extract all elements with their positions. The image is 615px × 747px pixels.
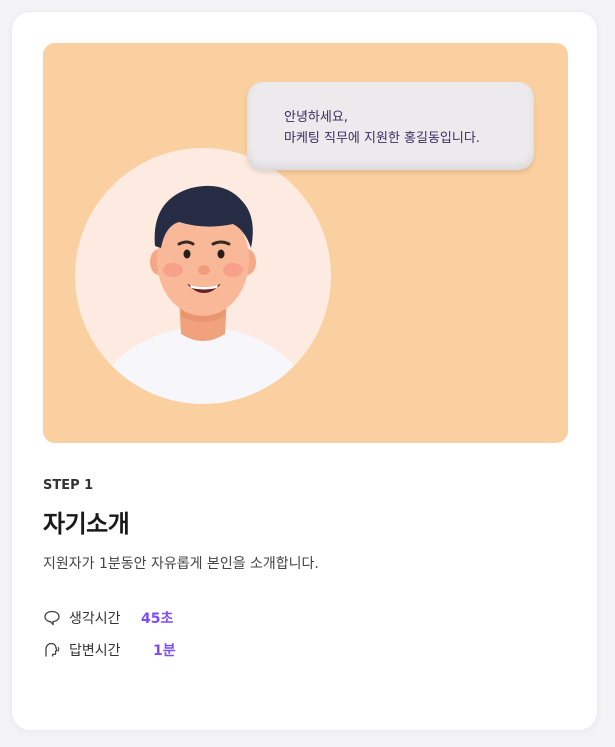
- step-card: 안녕하세요, 마케팅 직무에 지원한 홍길동입니다. STEP 1 자기소개 지…: [12, 12, 597, 730]
- answer-time-value: 1분: [153, 643, 176, 659]
- page-title: 자기소개: [43, 510, 130, 538]
- avatar: [75, 148, 331, 404]
- speech-bubble-text: 안녕하세요, 마케팅 직무에 지원한 홍길동입니다.: [284, 107, 480, 149]
- speech-line-1: 안녕하세요,: [284, 110, 348, 125]
- thinking-bubble-icon: [44, 610, 60, 626]
- hero-illustration: 안녕하세요, 마케팅 직무에 지원한 홍길동입니다.: [43, 43, 568, 443]
- avatar-illustration: [105, 185, 301, 404]
- step-label: STEP 1: [43, 478, 94, 493]
- speaking-head-icon: [45, 642, 60, 657]
- step-description: 지원자가 1분동안 자유롭게 본인을 소개합니다.: [43, 556, 319, 572]
- answer-time-label: 답변시간: [69, 643, 121, 659]
- answer-time-row: 답변시간 1분: [43, 639, 176, 661]
- thinking-time-row: 생각시간 45초: [43, 607, 173, 629]
- speech-bubble: 안녕하세요, 마케팅 직무에 지원한 홍길동입니다.: [247, 82, 534, 170]
- thinking-time-label: 생각시간: [69, 611, 121, 627]
- speech-line-2: 마케팅 직무에 지원한 홍길동입니다.: [284, 131, 480, 146]
- thinking-time-value: 45초: [141, 611, 174, 627]
